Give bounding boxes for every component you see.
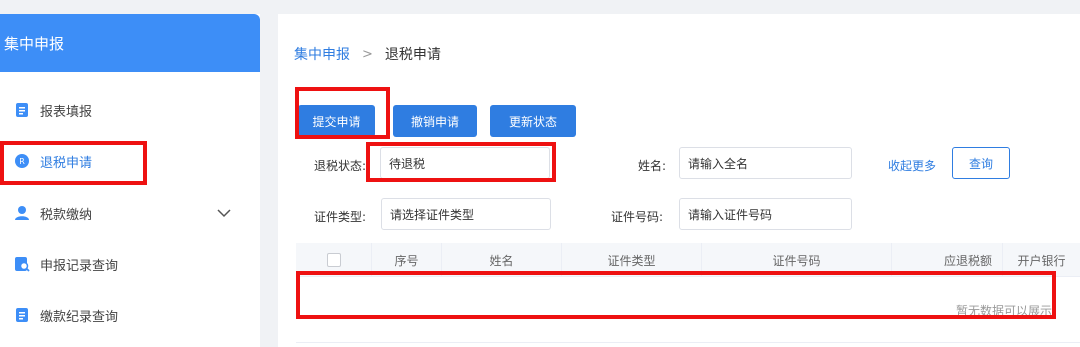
select-all-checkbox[interactable] bbox=[326, 253, 341, 267]
annotation-table-highlight bbox=[296, 271, 1056, 319]
user-tax-icon bbox=[14, 205, 30, 221]
collapse-more-link[interactable]: 收起更多 bbox=[888, 157, 936, 174]
sidebar-item-declaration-records[interactable]: 申报记录查询 bbox=[0, 244, 260, 284]
sidebar-item-tax-payment[interactable]: 税款缴纳 bbox=[0, 193, 260, 233]
table-divider bbox=[296, 342, 1080, 343]
id-type-label: 证件类型: bbox=[314, 210, 367, 224]
id-number-input[interactable]: 请输入证件号码 bbox=[679, 198, 852, 230]
annotation-status-highlight bbox=[366, 142, 556, 182]
sidebar-header: 集中申报 bbox=[0, 14, 260, 72]
id-type-placeholder: 请选择证件类型 bbox=[390, 207, 475, 222]
sidebar-item-report-fill[interactable]: 报表填报 bbox=[0, 90, 260, 130]
annotation-submit-highlight bbox=[295, 87, 390, 139]
sidebar-item-label: 税款缴纳 bbox=[40, 207, 93, 223]
breadcrumb-separator: > bbox=[362, 46, 373, 62]
sidebar-title: 集中申报 bbox=[4, 34, 65, 53]
sidebar-item-payment-records[interactable]: 缴款纪录查询 bbox=[0, 295, 260, 335]
sidebar-item-label: 申报记录查询 bbox=[40, 258, 119, 274]
id-number-label: 证件号码: bbox=[611, 210, 664, 224]
query-button[interactable]: 查询 bbox=[952, 147, 1010, 179]
cancel-application-button[interactable]: 撤销申请 bbox=[393, 105, 477, 137]
payment-record-icon bbox=[14, 307, 30, 323]
sidebar-item-label: 报表填报 bbox=[40, 104, 93, 120]
name-placeholder: 请输入全名 bbox=[688, 156, 749, 171]
name-label: 姓名: bbox=[638, 159, 667, 173]
form-icon bbox=[14, 102, 30, 118]
breadcrumb: 集中申报 > 退税申请 bbox=[294, 44, 441, 64]
refund-status-label: 退税状态: bbox=[314, 159, 367, 173]
annotation-sidebar-highlight bbox=[0, 141, 147, 185]
id-number-placeholder: 请输入证件号码 bbox=[688, 207, 773, 222]
record-search-icon bbox=[14, 256, 30, 272]
name-input[interactable]: 请输入全名 bbox=[679, 147, 852, 179]
chevron-down-icon[interactable] bbox=[216, 205, 232, 221]
refresh-status-button[interactable]: 更新状态 bbox=[490, 105, 576, 137]
breadcrumb-parent[interactable]: 集中申报 bbox=[294, 44, 350, 64]
breadcrumb-current: 退税申请 bbox=[384, 47, 441, 63]
id-type-select[interactable]: 请选择证件类型 bbox=[381, 198, 551, 230]
sidebar-item-label: 缴款纪录查询 bbox=[40, 309, 119, 325]
